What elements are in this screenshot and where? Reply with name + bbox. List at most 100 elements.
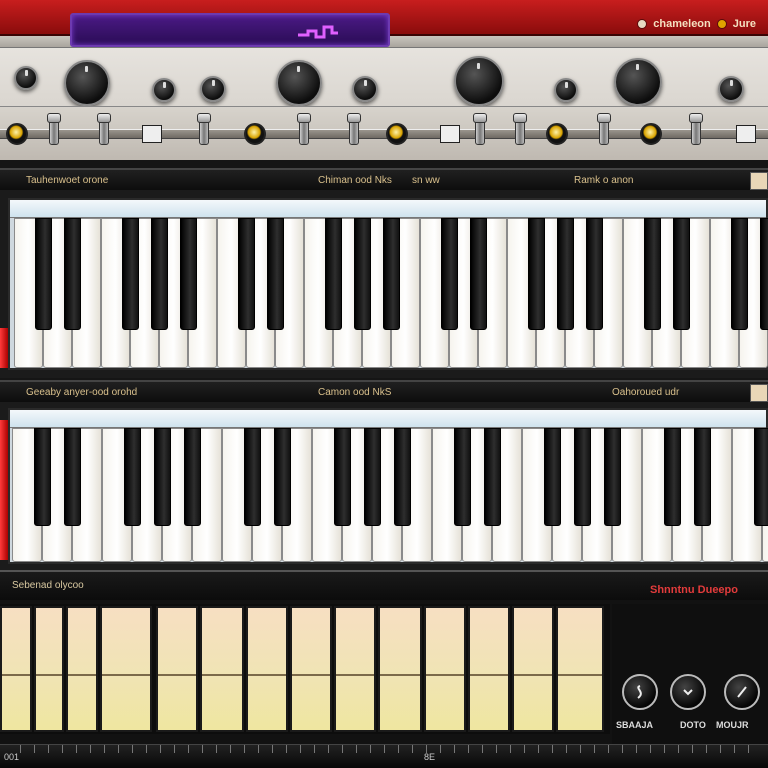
toggle-switch-7[interactable] bbox=[512, 113, 528, 145]
lower-black-key[interactable] bbox=[393, 428, 411, 526]
round-button-4[interactable] bbox=[546, 123, 568, 145]
sequencer-pad[interactable] bbox=[556, 606, 604, 732]
upper-black-key[interactable] bbox=[324, 218, 342, 330]
upper-black-key[interactable] bbox=[353, 218, 371, 330]
power-icon[interactable] bbox=[637, 19, 648, 29]
upper-black-key[interactable] bbox=[730, 218, 748, 330]
sequencer-pad[interactable] bbox=[200, 606, 244, 732]
lower-expand-button[interactable] bbox=[750, 384, 768, 402]
lower-header-center: Camon ood NkS bbox=[318, 387, 392, 398]
knob-2[interactable] bbox=[64, 60, 110, 106]
upper-header-center-suffix: sn ww bbox=[412, 175, 440, 186]
knob-8[interactable] bbox=[554, 78, 578, 102]
sequencer-pad[interactable] bbox=[0, 606, 32, 732]
square-button-1[interactable] bbox=[142, 125, 162, 143]
sequencer-pad[interactable] bbox=[424, 606, 466, 732]
toggle-switch-1[interactable] bbox=[46, 113, 62, 145]
sequencer-pad[interactable] bbox=[512, 606, 554, 732]
mode-label-3: MOUJR bbox=[716, 720, 749, 730]
toggle-switch-5[interactable] bbox=[346, 113, 362, 145]
knob-10[interactable] bbox=[718, 76, 744, 102]
toggle-switch-2[interactable] bbox=[96, 113, 112, 145]
sequencer-pad[interactable] bbox=[468, 606, 510, 732]
lower-black-key[interactable] bbox=[183, 428, 201, 526]
lower-black-key[interactable] bbox=[123, 428, 141, 526]
lower-black-key[interactable] bbox=[33, 428, 51, 526]
lcd-display bbox=[70, 13, 390, 47]
toggle-switch-9[interactable] bbox=[688, 113, 704, 145]
sequencer-pad[interactable] bbox=[34, 606, 64, 732]
knob-9[interactable] bbox=[614, 58, 662, 106]
upper-black-key[interactable] bbox=[585, 218, 603, 330]
lower-black-key[interactable] bbox=[603, 428, 621, 526]
lower-black-key[interactable] bbox=[483, 428, 501, 526]
footer-tick bbox=[104, 745, 105, 753]
mode-button-1[interactable] bbox=[622, 674, 658, 710]
lower-black-key[interactable] bbox=[753, 428, 768, 526]
upper-black-key[interactable] bbox=[34, 218, 52, 330]
upper-black-key[interactable] bbox=[382, 218, 400, 330]
upper-expand-button[interactable] bbox=[750, 172, 768, 190]
sequencer-pad[interactable] bbox=[378, 606, 422, 732]
square-button-2[interactable] bbox=[440, 125, 460, 143]
mode-button-2[interactable] bbox=[670, 674, 706, 710]
lower-black-key[interactable] bbox=[693, 428, 711, 526]
toggle-switch-3[interactable] bbox=[196, 113, 212, 145]
sequencer-pad[interactable] bbox=[66, 606, 98, 732]
upper-black-key[interactable] bbox=[440, 218, 458, 330]
footer-tick bbox=[482, 745, 483, 753]
knob-1[interactable] bbox=[14, 66, 38, 90]
upper-black-key[interactable] bbox=[643, 218, 661, 330]
lower-header-left: Geeaby anyer-ood orohd bbox=[26, 387, 138, 398]
round-button-5[interactable] bbox=[640, 123, 662, 145]
footer-tick bbox=[216, 745, 217, 753]
upper-black-key[interactable] bbox=[759, 218, 768, 330]
upper-black-key[interactable] bbox=[672, 218, 690, 330]
lower-black-key[interactable] bbox=[273, 428, 291, 526]
sequencer-pad[interactable] bbox=[156, 606, 198, 732]
toggle-switch-8[interactable] bbox=[596, 113, 612, 145]
lower-black-key[interactable] bbox=[573, 428, 591, 526]
upper-black-key[interactable] bbox=[150, 218, 168, 330]
knob-6[interactable] bbox=[352, 76, 378, 102]
upper-black-key[interactable] bbox=[469, 218, 487, 330]
upper-black-key[interactable] bbox=[179, 218, 197, 330]
sequencer-pad[interactable] bbox=[246, 606, 288, 732]
upper-black-key[interactable] bbox=[237, 218, 255, 330]
sequencer-pad[interactable] bbox=[100, 606, 152, 732]
knob-4[interactable] bbox=[200, 76, 226, 102]
footer-tick bbox=[566, 745, 567, 753]
upper-black-key[interactable] bbox=[527, 218, 545, 330]
toggle-switch-6[interactable] bbox=[472, 113, 488, 145]
footer-tick bbox=[314, 745, 315, 753]
upper-side-marker bbox=[0, 328, 8, 368]
knob-indicator bbox=[211, 80, 215, 87]
lower-black-key[interactable] bbox=[63, 428, 81, 526]
lower-black-key[interactable] bbox=[363, 428, 381, 526]
lower-black-key[interactable] bbox=[663, 428, 681, 526]
upper-black-key[interactable] bbox=[556, 218, 574, 330]
upper-black-key[interactable] bbox=[121, 218, 139, 330]
knob-7[interactable] bbox=[454, 56, 504, 106]
knob-3[interactable] bbox=[152, 78, 176, 102]
footer-tick bbox=[636, 745, 637, 753]
round-button-2[interactable] bbox=[244, 123, 266, 145]
lower-black-key[interactable] bbox=[153, 428, 171, 526]
toggle-switch-4[interactable] bbox=[296, 113, 312, 145]
upper-black-key[interactable] bbox=[266, 218, 284, 330]
lower-black-key[interactable] bbox=[243, 428, 261, 526]
sequencer-pad[interactable] bbox=[290, 606, 332, 732]
footer-tick bbox=[650, 745, 651, 753]
round-button-1[interactable] bbox=[6, 123, 28, 145]
upper-black-key[interactable] bbox=[63, 218, 81, 330]
square-button-3[interactable] bbox=[736, 125, 756, 143]
sequencer-pad[interactable] bbox=[334, 606, 376, 732]
footer-tick bbox=[426, 745, 427, 753]
lower-black-key[interactable] bbox=[453, 428, 471, 526]
knob-5[interactable] bbox=[276, 60, 322, 106]
mode-button-3[interactable] bbox=[724, 674, 760, 710]
lower-black-key[interactable] bbox=[543, 428, 561, 526]
pad-divider bbox=[202, 674, 242, 676]
lower-black-key[interactable] bbox=[333, 428, 351, 526]
round-button-3[interactable] bbox=[386, 123, 408, 145]
